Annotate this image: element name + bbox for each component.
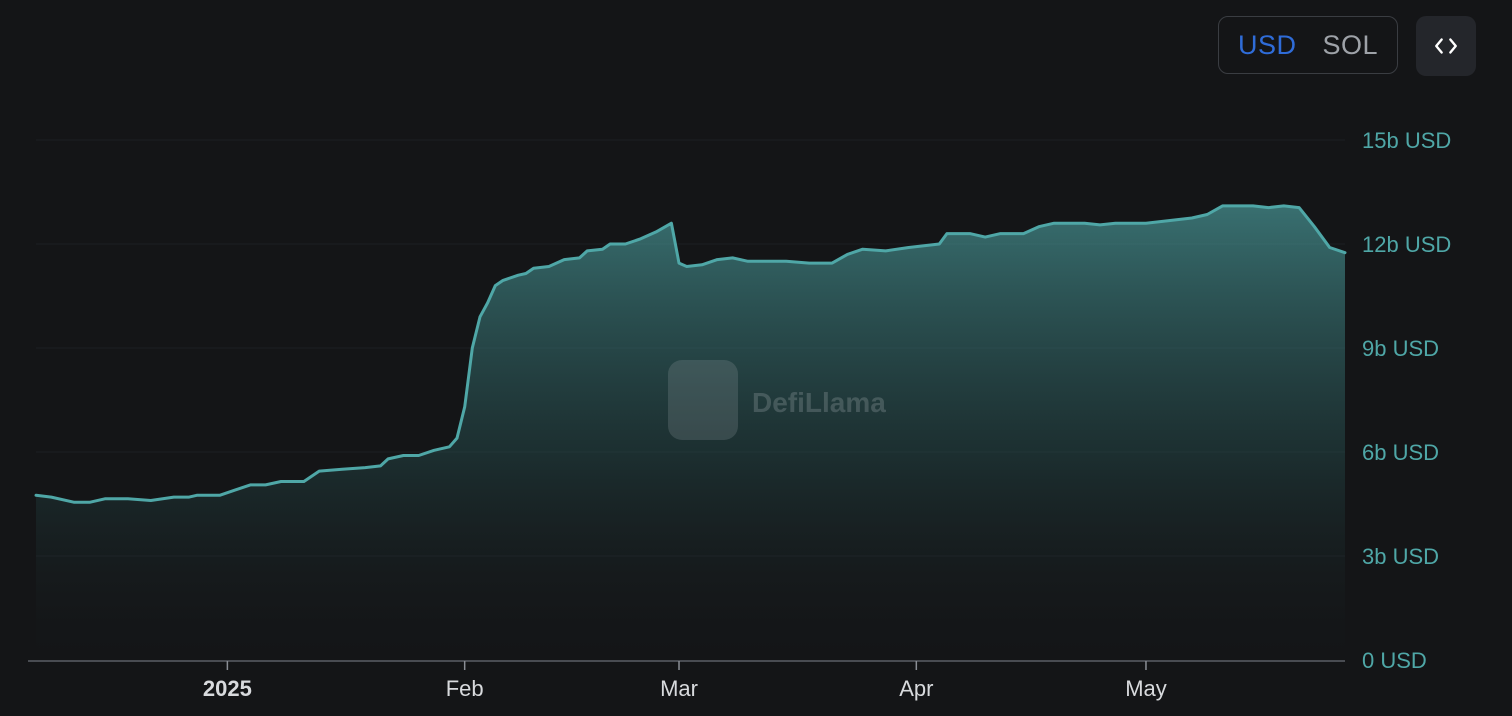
x-tick-label: Mar: [660, 676, 698, 701]
usd-toggle-button[interactable]: USD: [1230, 30, 1305, 61]
tvl-area-chart: DefiLlama 0 USD 3b USD 6b USD 9b USD 12b USD…: [28, 128, 1451, 701]
watermark-text: DefiLlama: [752, 387, 886, 418]
sol-toggle-button[interactable]: SOL: [1314, 30, 1386, 61]
y-tick-label: 0 USD: [1362, 648, 1427, 673]
x-tick-label: May: [1125, 676, 1167, 701]
y-tick-label: 6b USD: [1362, 440, 1439, 465]
y-tick-label: 15b USD: [1362, 128, 1451, 153]
chart-page: DefiLlama 0 USD 3b USD 6b USD 9b USD 12b USD…: [0, 0, 1512, 716]
code-icon: [1435, 38, 1457, 54]
currency-toggle: USD SOL: [1218, 16, 1398, 74]
y-tick-label: 3b USD: [1362, 544, 1439, 569]
y-tick-label: 9b USD: [1362, 336, 1439, 361]
llama-logo-icon: [668, 360, 738, 440]
x-tick-label: 2025: [203, 676, 252, 701]
embed-button[interactable]: [1416, 16, 1476, 76]
y-tick-label: 12b USD: [1362, 232, 1451, 257]
x-tick-label: Apr: [899, 676, 933, 701]
x-tick-label: Feb: [446, 676, 484, 701]
